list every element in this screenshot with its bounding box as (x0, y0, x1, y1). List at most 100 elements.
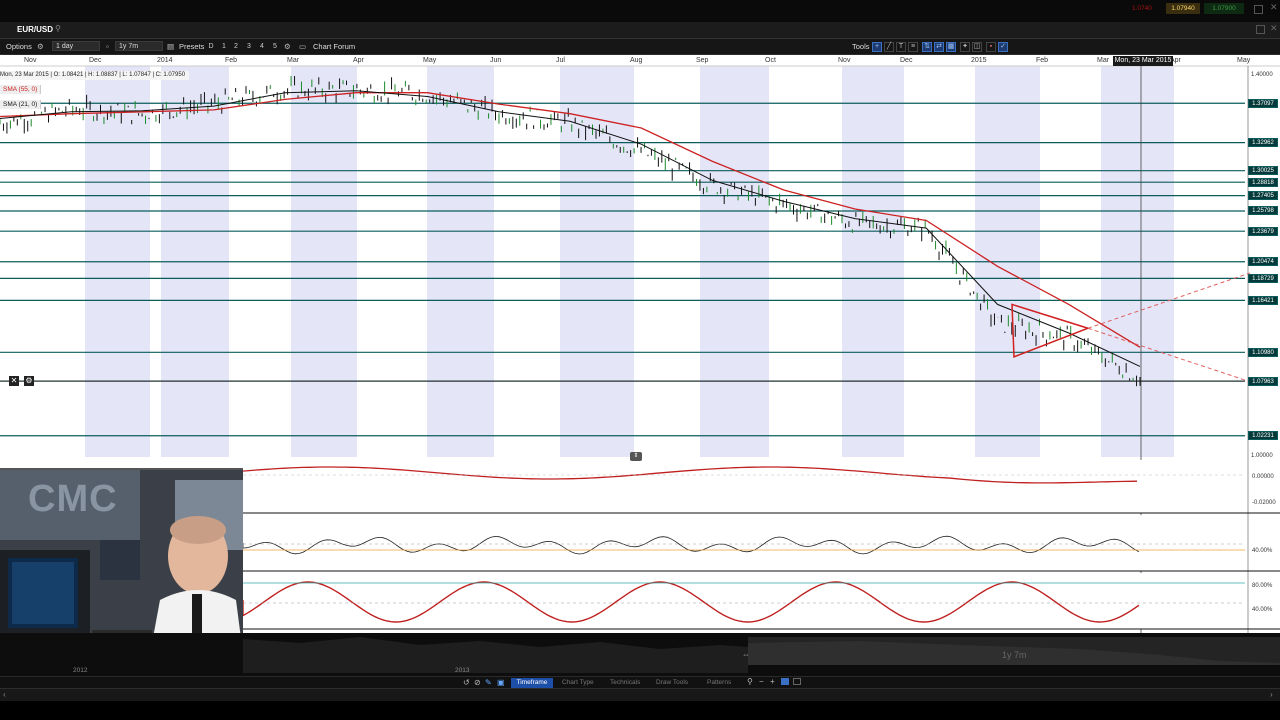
pencil-icon[interactable]: ✎ (485, 678, 492, 687)
month-label: Feb (225, 57, 238, 64)
month-label: Jun (490, 57, 502, 64)
window-close-icon[interactable]: ✕ (1270, 23, 1278, 34)
chat-icon: ▭ (299, 42, 307, 51)
layers-icon[interactable]: ▣ (497, 678, 505, 687)
zoom-in-icon[interactable]: + (770, 677, 775, 686)
month-label: Sep (696, 57, 709, 64)
presenter-webcam: CMC (0, 468, 243, 654)
month-label: Nov (838, 57, 851, 64)
tab-technicals[interactable]: Technicals (610, 678, 640, 688)
zoom-icon[interactable]: ⚲ (747, 677, 753, 686)
timeline-navigator[interactable]: ⇔ 1y 7m 2012 2013 (0, 633, 1280, 678)
tab-draw-tools[interactable]: Draw Tools (656, 678, 688, 688)
top-price-red: 1.0740 (1132, 5, 1152, 12)
channel-tool-icon[interactable]: ⇄ (934, 42, 944, 52)
top-price-green: 1.07900 (1204, 3, 1244, 14)
cmc-logo: CMC (28, 478, 118, 520)
month-label: May (423, 57, 437, 64)
preset-gear-icon[interactable]: ⚙ (284, 41, 291, 52)
month-label: Aug (630, 57, 643, 64)
tab-timeframe[interactable]: Timeframe (511, 678, 553, 688)
reset-icon[interactable]: ↺ (463, 678, 470, 687)
timeline-year-2013: 2013 (455, 667, 470, 674)
text-tool-icon[interactable]: T (896, 42, 906, 52)
status-forward-icon[interactable]: › (1270, 690, 1273, 699)
restore-icon[interactable] (1254, 5, 1263, 14)
sma-fast-tag[interactable]: SMA (55, 0) (0, 85, 42, 94)
month-label: Mar (287, 57, 300, 64)
month-label: Feb (1036, 57, 1049, 64)
interval-select[interactable]: 1 day (52, 41, 100, 51)
price-level-label: 1.25798 (1248, 206, 1278, 216)
settings-tool-icon[interactable]: ✓ (998, 42, 1008, 52)
navigator-chart (243, 637, 1280, 673)
ohlc-info-bar: Mon, 23 Mar 2015 | O: 1.08421 | H: 1.088… (0, 71, 190, 80)
price-level-label: 1.32962 (1248, 138, 1278, 148)
crosshair-date-tooltip: Mon, 23 Mar 2015 (1113, 56, 1173, 66)
magnet-icon[interactable]: ✦ (960, 42, 970, 52)
top-price-badge: 1.07940 (1166, 3, 1200, 14)
price-level-label: 1.20474 (1248, 257, 1278, 267)
options-menu[interactable]: Options (6, 41, 32, 52)
month-label: Oct (765, 57, 776, 64)
tab-chart-type[interactable]: Chart Type (562, 678, 594, 688)
symbol-title[interactable]: EUR/USD (17, 25, 53, 34)
preset-d[interactable]: D (206, 42, 216, 51)
price-tick-label: 1.40000 (1251, 71, 1273, 78)
close-drawing-icon[interactable]: ✕ (9, 376, 19, 386)
fib-tool-icon[interactable]: ⇅ (922, 42, 932, 52)
eraser-icon[interactable]: ◫ (972, 42, 982, 52)
month-label: 2014 (157, 57, 173, 64)
preset-5[interactable]: 5 (270, 42, 280, 51)
price-level-label: 1.02231 (1248, 431, 1278, 441)
settings-gear-icon[interactable]: ⚙ (37, 41, 44, 52)
price-level-label: 1.18729 (1248, 273, 1278, 283)
price-level-label: 1.16421 (1248, 295, 1278, 305)
measure-tool-icon[interactable]: ▦ (946, 42, 956, 52)
range-select[interactable]: 1y 7m (115, 41, 163, 51)
status-back-icon[interactable]: ‹ (3, 690, 6, 699)
search-icon[interactable]: ⚲ (55, 24, 61, 33)
preset-3[interactable]: 3 (244, 42, 254, 51)
stop-icon[interactable]: ⊘ (474, 678, 481, 687)
close-icon[interactable]: ✕ (1270, 2, 1278, 13)
window-restore-icon[interactable] (1256, 25, 1265, 34)
preset-1[interactable]: 1 (219, 42, 229, 51)
navigator-range-label: 1y 7m (1002, 650, 1027, 660)
indicator-panes: 0.00000 -0.02000 40.00% 80.00% 40.00% (242, 460, 1280, 630)
fit-icon[interactable] (781, 678, 789, 685)
price-level-label: 1.27405 (1248, 191, 1278, 201)
crosshair-tool-icon[interactable]: + (872, 42, 882, 52)
month-label: Apr (353, 57, 364, 64)
price-level-label: 1.10980 (1248, 347, 1278, 357)
draw-tool-icon[interactable]: ╱ (884, 42, 894, 52)
delete-drawings-icon[interactable]: ▪ (986, 42, 996, 52)
month-label: Dec (900, 57, 913, 64)
fullscreen-icon[interactable] (793, 678, 801, 685)
preset-2[interactable]: 2 (231, 42, 241, 51)
presets-label[interactable]: Presets (179, 41, 204, 52)
timeline-year-2012: 2012 (73, 667, 88, 674)
sma-slow-tag[interactable]: SMA (21, 0) (0, 100, 42, 109)
tab-patterns[interactable]: Patterns (707, 678, 731, 688)
month-label: Nov (24, 57, 37, 64)
price-level-label: 1.07963 (1248, 376, 1278, 386)
pane-resize-handle-icon[interactable]: ⇕ (630, 452, 642, 461)
stoch-pane (243, 573, 1245, 629)
month-label: 2015 (971, 57, 987, 64)
macd-tick-label: -0.02000 (1252, 500, 1276, 506)
month-label: May (1237, 57, 1251, 64)
drawing-settings-icon[interactable]: ⚙ (24, 376, 34, 386)
stoch-tick-label: 80.00% (1252, 583, 1273, 589)
lines-tool-icon[interactable]: ≡ (908, 42, 918, 52)
status-bar: ‹ › (0, 688, 1280, 701)
chart-forum-button[interactable]: Chart Forum (313, 41, 355, 52)
month-label: Jul (556, 57, 565, 64)
month-label: Dec (89, 57, 102, 64)
preset-4[interactable]: 4 (257, 42, 267, 51)
zoom-out-icon[interactable]: − (759, 677, 764, 686)
navigator-handle-icon[interactable]: ⇔ (742, 650, 752, 660)
rsi-tick-label: 40.00% (1252, 548, 1273, 554)
chart-toolbar: Options ⚙ 1 day ▫ 1y 7m ▤ Presets D 1 2 … (0, 39, 1280, 55)
stoch-tick-label: 40.00% (1252, 607, 1273, 613)
